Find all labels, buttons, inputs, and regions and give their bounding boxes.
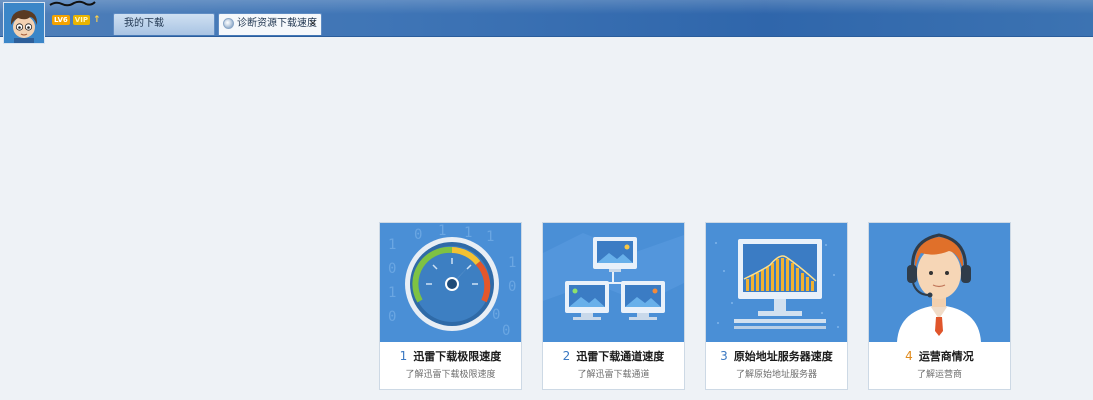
svg-text:1: 1	[438, 223, 446, 239]
avatar-icon	[4, 3, 44, 43]
card-title-text: 原始地址服务器速度	[733, 350, 833, 363]
close-icon[interactable]: ×	[309, 14, 317, 34]
diagnose-globe-icon	[223, 18, 234, 29]
card-isp-status[interactable]: 4 运营商情况 了解运营商	[868, 222, 1011, 390]
card-number: 1	[399, 349, 408, 363]
card-image	[706, 223, 847, 342]
svg-text:1: 1	[388, 237, 396, 253]
tab-diagnose-speed[interactable]: 诊断资源下载速度 ×	[218, 13, 322, 35]
card-subtitle: 了解迅雷下载通道	[577, 370, 650, 380]
server-chart-icon	[706, 223, 847, 342]
speedometer-icon: 1010 011 110 00	[380, 223, 521, 342]
network-monitors-icon	[543, 223, 684, 342]
card-title: 2 迅雷下载通道速度	[543, 348, 684, 364]
card-title: 1 迅雷下载极限速度	[380, 348, 521, 364]
card-image: 1010 011 110 00	[380, 223, 521, 342]
card-title-text: 迅雷下载通道速度	[576, 350, 665, 363]
svg-text:1: 1	[464, 225, 472, 241]
user-badges: LV6 VIP ↑	[52, 15, 101, 27]
card-subtitle: 了解运营商	[916, 370, 962, 380]
card-number: 2	[562, 349, 571, 363]
svg-text:1: 1	[388, 285, 396, 301]
svg-text:1: 1	[486, 229, 494, 245]
card-image	[869, 223, 1010, 342]
vip-badge: VIP	[72, 15, 90, 25]
card-subtitle: 了解原始地址服务器	[735, 370, 817, 380]
level-up-arrow-icon: ↑	[92, 15, 101, 25]
svg-text:0: 0	[414, 227, 422, 243]
card-subtitle: 了解迅雷下载极限速度	[405, 370, 496, 380]
tab-label: 诊断资源下载速度	[237, 18, 317, 29]
card-download-channel-speed[interactable]: 2 迅雷下载通道速度 了解迅雷下载通道	[542, 222, 685, 390]
card-title-text: 运营商情况	[918, 350, 974, 363]
card-title: 3 原始地址服务器速度	[706, 348, 847, 364]
tab-my-downloads[interactable]: 我的下载	[113, 13, 215, 35]
card-title-text: 迅雷下载极限速度	[413, 350, 502, 363]
svg-text:0: 0	[388, 261, 396, 277]
tab-label: 我的下载	[124, 18, 164, 29]
avatar[interactable]	[3, 2, 45, 44]
card-number: 4	[905, 349, 913, 363]
card-title: 4 运营商情况	[869, 348, 1010, 364]
svg-text:0: 0	[492, 307, 500, 323]
svg-text:0: 0	[502, 323, 510, 339]
svg-text:0: 0	[508, 279, 516, 295]
support-agent-icon	[869, 223, 1010, 342]
card-origin-server-speed[interactable]: 3 原始地址服务器速度 了解原始地址服务器	[705, 222, 848, 390]
username-scribble	[49, 0, 96, 7]
level-badge: LV6	[52, 15, 70, 25]
svg-text:0: 0	[388, 309, 396, 325]
card-image	[543, 223, 684, 342]
svg-text:1: 1	[508, 255, 516, 271]
card-download-limit-speed[interactable]: 1010 011 110 00 1 迅雷下载极限速度 了解迅雷下载极限速度	[379, 222, 522, 390]
card-number: 3	[720, 349, 728, 363]
